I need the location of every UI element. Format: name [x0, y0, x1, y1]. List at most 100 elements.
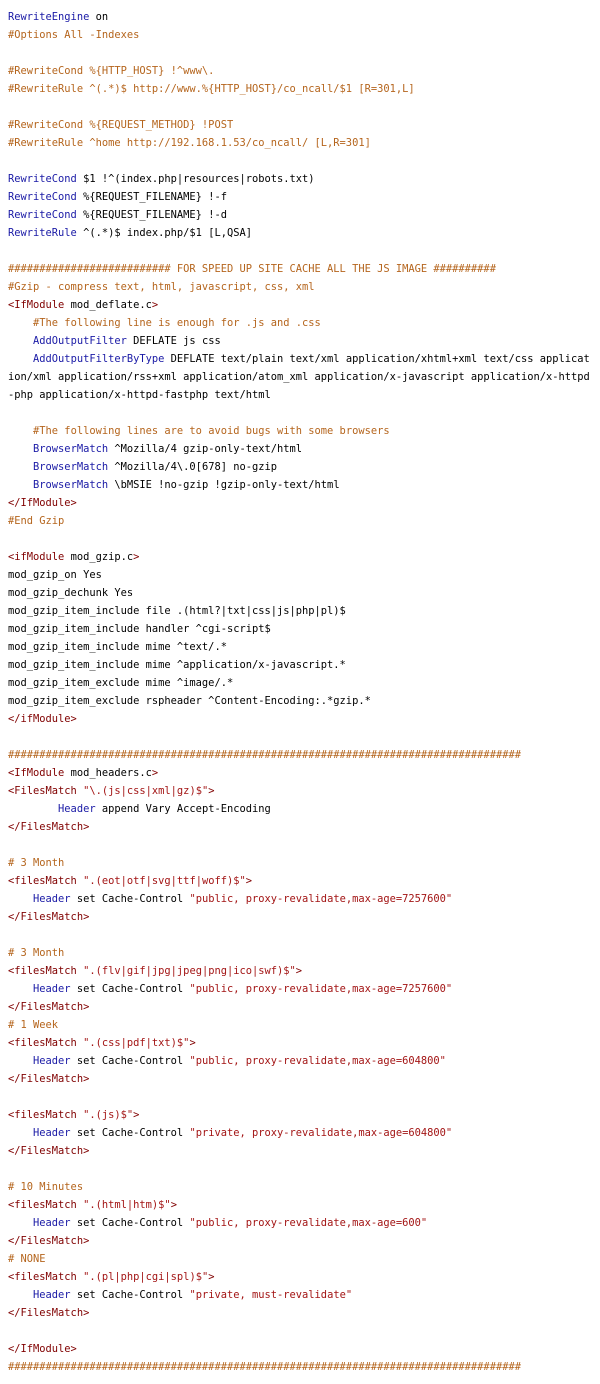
plain-token: mod_deflate.c: [64, 299, 152, 311]
code-line: </FilesMatch>: [8, 1232, 592, 1250]
tag-token: <filesMatch: [8, 1109, 77, 1121]
code-line: ​: [8, 836, 592, 854]
code-line: BrowserMatch \bMSIE !no-gzip !gzip-only-…: [8, 476, 592, 494]
code-line: </FilesMatch>: [8, 1142, 592, 1160]
code-line: <filesMatch ".(flv|gif|jpg|jpeg|png|ico|…: [8, 962, 592, 980]
tag-token: <filesMatch: [8, 1199, 77, 1211]
comment-token: # 1 Week: [8, 1019, 59, 1031]
code-line: <IfModule mod_headers.c>: [8, 764, 592, 782]
plain-token: \bMSIE !no-gzip !gzip-only-text/html: [108, 479, 340, 491]
code-line: Header set Cache-Control "private, must-…: [8, 1286, 592, 1304]
tag-token: >: [170, 1199, 177, 1211]
tag-token: >: [133, 1109, 140, 1121]
tag-token: </FilesMatch>: [8, 1145, 90, 1157]
tag-token: <filesMatch: [8, 1271, 77, 1283]
code-line: </IfModule>: [8, 1340, 592, 1358]
plain-token: mod_gzip_item_exclude rspheader ^Content…: [8, 695, 371, 707]
tag-token: >: [151, 767, 159, 779]
code-line: #The following lines are to avoid bugs w…: [8, 422, 592, 440]
keyword-token: AddOutputFilterByType: [33, 353, 165, 365]
code-line: <FilesMatch "\.(js|css|xml|gz)$">: [8, 782, 592, 800]
code-line: #RewriteCond %{REQUEST_METHOD} !POST: [8, 116, 592, 134]
code-line: ​: [8, 404, 592, 422]
keyword-token: Header: [33, 1289, 71, 1301]
plain-token: mod_gzip_item_include handler ^cgi-scrip…: [8, 623, 271, 635]
keyword-token: Header: [33, 983, 71, 995]
plain-token: mod_gzip_dechunk Yes: [8, 587, 134, 599]
code-line: Header set Cache-Control "public, proxy-…: [8, 980, 592, 998]
string-token: "\.(js|css|xml|gz)$": [83, 785, 209, 797]
tag-token: >: [208, 1271, 215, 1283]
code-line: #End Gzip: [8, 512, 592, 530]
code-line: ​: [8, 728, 592, 746]
code-line: #RewriteRule ^home http://192.168.1.53/c…: [8, 134, 592, 152]
code-line: AddOutputFilterByType DEFLATE text/plain…: [8, 350, 592, 404]
tag-token: >: [245, 875, 253, 887]
keyword-token: BrowserMatch: [33, 461, 109, 473]
code-line: RewriteCond %{REQUEST_FILENAME} !-d: [8, 206, 592, 224]
keyword-token: Header: [33, 1127, 71, 1139]
tag-token: <FilesMatch: [8, 785, 77, 797]
code-line: ########################################…: [8, 1358, 592, 1376]
code-listing: RewriteEngine on #Options All -Indexes ​ #R…: [0, 0, 592, 1376]
code-line: </FilesMatch>: [8, 908, 592, 926]
comment-token: #The following line is enough for .js an…: [33, 317, 321, 329]
keyword-token: Header: [33, 893, 71, 905]
keyword-token: AddOutputFilter: [33, 335, 127, 347]
tag-token: </FilesMatch>: [8, 1235, 90, 1247]
code-line: mod_gzip_on Yes: [8, 566, 592, 584]
tag-token: <IfModule: [8, 767, 65, 779]
plain-token: %{REQUEST_FILENAME} !-f: [76, 191, 227, 203]
code-line: BrowserMatch ^Mozilla/4\.0[678] no-gzip: [8, 458, 592, 476]
plain-token: mod_gzip_on Yes: [8, 569, 102, 581]
code-line: #Options All -Indexes: [8, 26, 592, 44]
keyword-token: RewriteCond: [8, 191, 77, 203]
code-line: ​: [8, 1160, 592, 1178]
code-line: ########################################…: [8, 746, 592, 764]
code-line: BrowserMatch ^Mozilla/4 gzip-only-text/h…: [8, 440, 592, 458]
code-line: mod_gzip_item_exclude rspheader ^Content…: [8, 692, 592, 710]
keyword-token: RewriteCond: [8, 209, 77, 221]
plain-token: DEFLATE js css: [126, 335, 221, 347]
code-line: RewriteCond %{REQUEST_FILENAME} !-f: [8, 188, 592, 206]
code-line: <filesMatch ".(css|pdf|txt)$">: [8, 1034, 592, 1052]
code-line: # 3 Month: [8, 944, 592, 962]
code-line: mod_gzip_item_include mime ^application/…: [8, 656, 592, 674]
tag-token: </FilesMatch>: [8, 1073, 90, 1085]
code-line: # 3 Month: [8, 854, 592, 872]
comment-token: #End Gzip: [8, 515, 65, 527]
comment-token: # 3 Month: [8, 947, 65, 959]
tag-token: <ifModule: [8, 551, 65, 563]
code-line: #The following line is enough for .js an…: [8, 314, 592, 332]
tag-token: >: [189, 1037, 196, 1049]
plain-token: set Cache-Control: [70, 1217, 190, 1229]
code-line: </IfModule>: [8, 494, 592, 512]
tag-token: <filesMatch: [8, 875, 77, 887]
plain-token: set Cache-Control: [70, 893, 190, 905]
tag-token: <IfModule: [8, 299, 65, 311]
code-line: ​: [8, 152, 592, 170]
plain-token: ^Mozilla/4 gzip-only-text/html: [108, 443, 303, 455]
keyword-token: Header: [33, 1217, 71, 1229]
keyword-token: Header: [58, 803, 96, 815]
plain-token: mod_gzip_item_include file .(html?|txt|c…: [8, 605, 346, 617]
tag-token: </FilesMatch>: [8, 821, 90, 833]
tag-token: </FilesMatch>: [8, 911, 90, 923]
tag-token: >: [133, 551, 140, 563]
string-token: "private, must-revalidate": [189, 1289, 353, 1301]
code-line: AddOutputFilter DEFLATE js css: [8, 332, 592, 350]
comment-token: ########################## FOR SPEED UP …: [8, 263, 496, 275]
plain-token: mod_gzip_item_include mime ^text/.*: [8, 641, 227, 653]
string-token: ".(pl|php|cgi|spl)$": [83, 1271, 209, 1283]
code-line: #Gzip - compress text, html, javascript,…: [8, 278, 592, 296]
comment-token: ########################################…: [8, 1361, 521, 1373]
code-line: ​: [8, 242, 592, 260]
plain-token: append Vary Accept-Encoding: [95, 803, 271, 815]
